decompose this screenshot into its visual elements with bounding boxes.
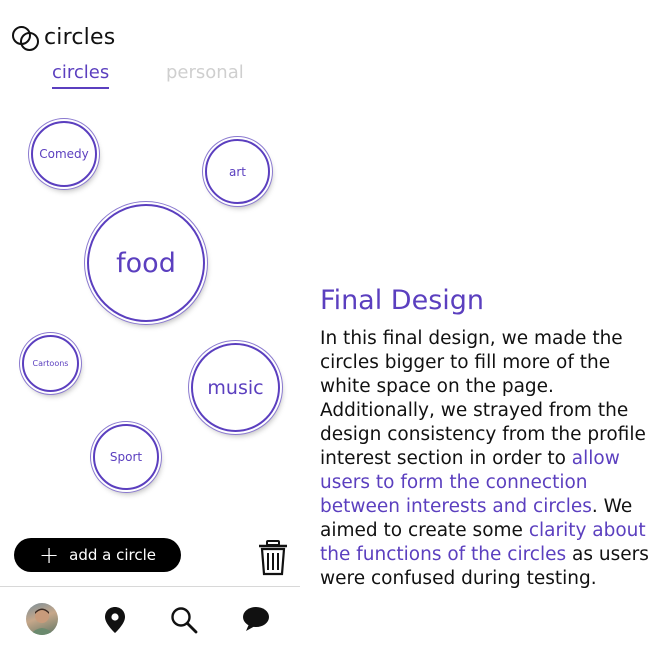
circles-logo-icon <box>12 24 39 51</box>
nav-divider <box>0 586 300 587</box>
avatar[interactable] <box>26 603 58 635</box>
annotation-heading: Final Design <box>320 285 485 316</box>
search-icon[interactable] <box>170 606 198 634</box>
tab-personal[interactable]: personal <box>166 62 244 83</box>
circle-label: Comedy <box>39 147 89 161</box>
circle-bubble-art[interactable]: art <box>205 139 270 204</box>
circle-label: Sport <box>109 450 143 464</box>
circle-label: art <box>229 164 246 179</box>
annotation-paragraph: In this final design, we made the circle… <box>320 327 649 591</box>
circle-bubble-music[interactable]: music <box>191 343 280 432</box>
trash-icon[interactable] <box>258 540 288 576</box>
tab-circles[interactable]: circles <box>52 62 110 89</box>
plus-icon: + <box>39 541 60 569</box>
circle-bubble-cartoons[interactable]: Cartoons <box>22 335 79 392</box>
chat-bubble-icon[interactable] <box>242 606 270 632</box>
circle-label: food <box>116 247 176 279</box>
circle-label: music <box>207 376 264 399</box>
circle-bubble-food[interactable]: food <box>87 204 205 322</box>
circle-label: Cartoons <box>32 359 69 368</box>
app-header: circles <box>12 24 116 51</box>
circle-bubble-comedy[interactable]: Comedy <box>31 121 97 187</box>
circle-bubble-sport[interactable]: Sport <box>93 424 159 490</box>
app-title: circles <box>44 24 116 50</box>
add-circle-button[interactable]: + add a circle <box>14 538 181 572</box>
map-pin-icon[interactable] <box>104 606 126 634</box>
add-circle-label: add a circle <box>69 546 156 564</box>
